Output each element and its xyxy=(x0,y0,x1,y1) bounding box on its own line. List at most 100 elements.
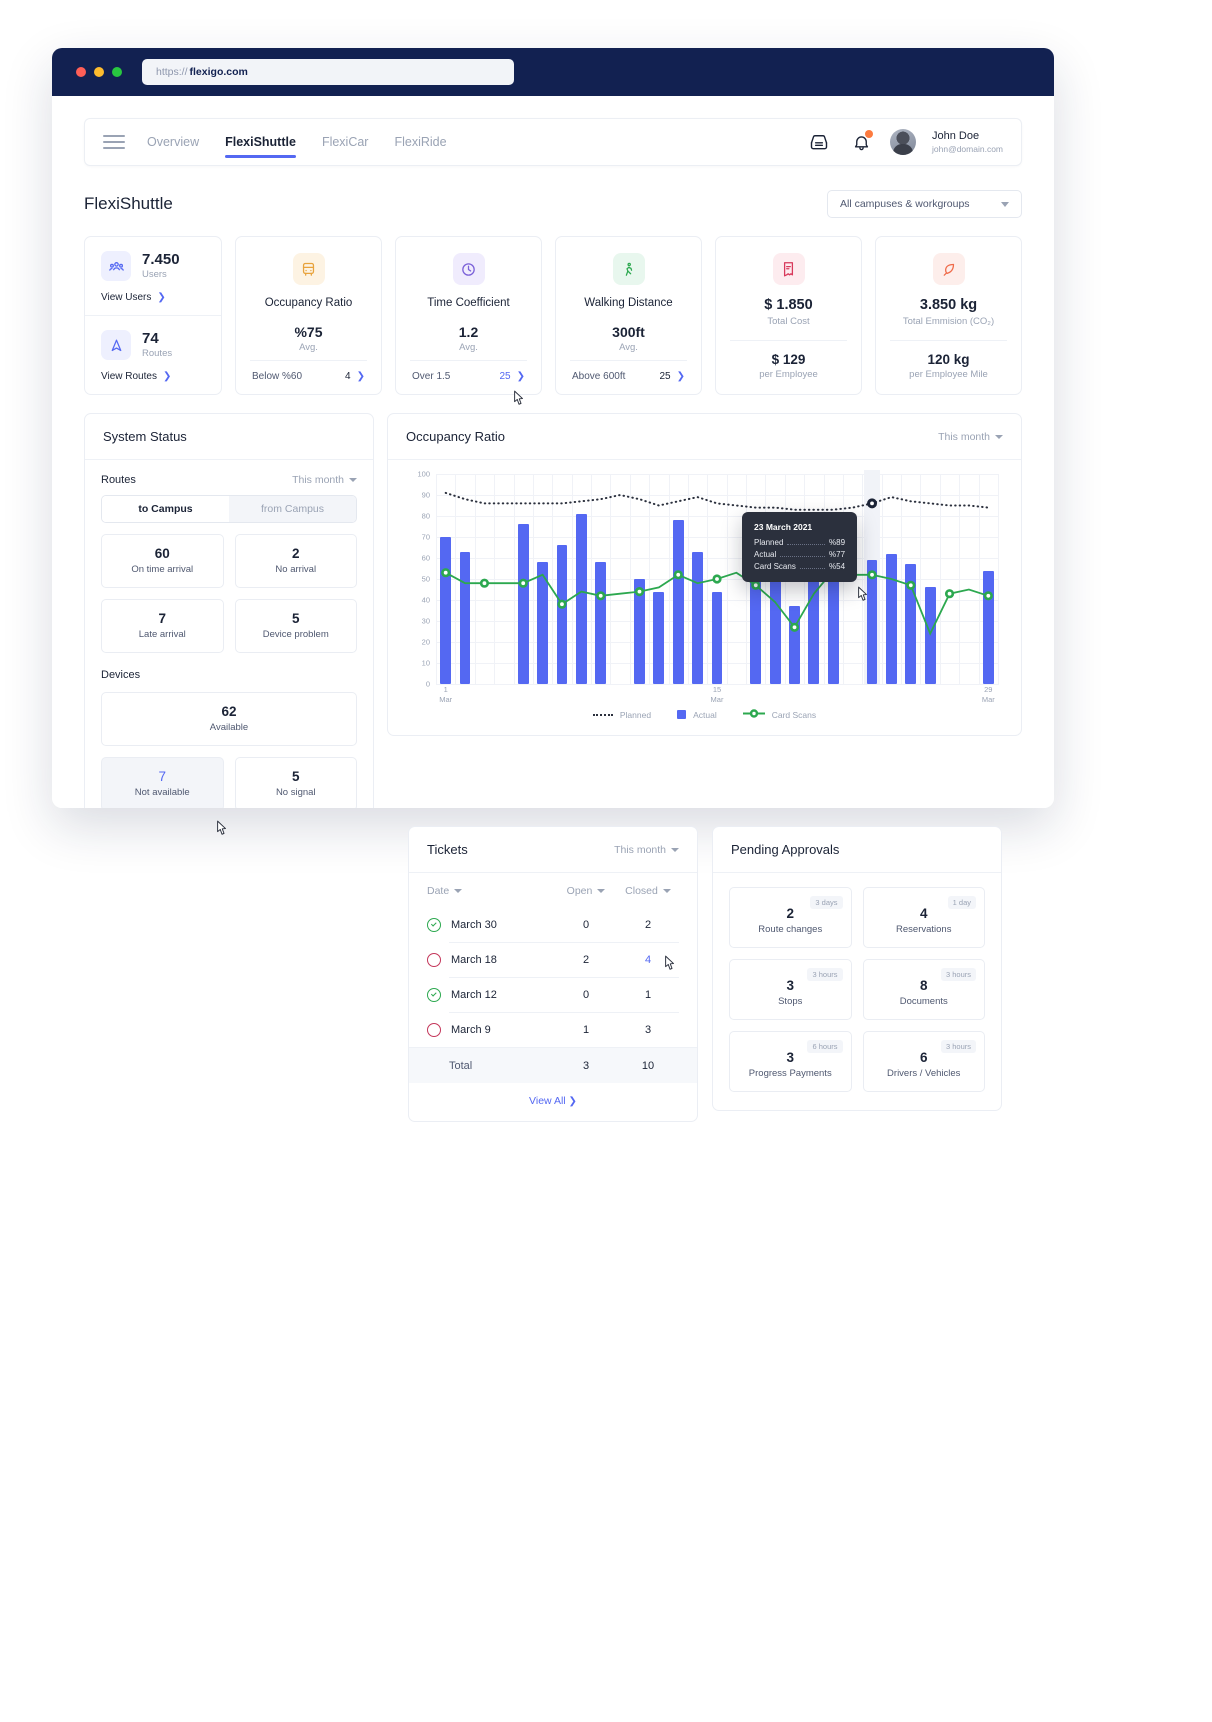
occupancy-period-selector[interactable]: This month xyxy=(938,431,1003,443)
tooltip-value: %89 xyxy=(829,538,846,547)
ticket-date: March 30 xyxy=(451,918,497,931)
tile-value: 62 xyxy=(221,704,237,719)
view-users-link[interactable]: View Users ❯ xyxy=(101,292,205,303)
tooltip-row-planned: Planned %89 xyxy=(754,538,845,547)
chart-marker-core xyxy=(637,589,642,594)
tile-label: On time arrival xyxy=(131,564,194,575)
maximize-window-button[interactable] xyxy=(112,67,122,77)
tile-devices-available[interactable]: 62 Available xyxy=(101,692,357,746)
view-all-link[interactable]: View All ❯ xyxy=(409,1083,697,1121)
nav-tab-overview[interactable]: Overview xyxy=(147,119,199,165)
kpi-walking-body: Walking Distance 300ft Avg. Above 600ft … xyxy=(556,237,701,394)
nav-tab-flexiride[interactable]: FlexiRide xyxy=(394,119,446,165)
bell-icon[interactable] xyxy=(848,129,874,155)
notification-badge xyxy=(865,130,873,138)
tile-late-arrival[interactable]: 7 Late arrival xyxy=(101,599,224,653)
address-bar[interactable]: https://flexigo.com xyxy=(142,59,514,85)
segment-from-campus[interactable]: from Campus xyxy=(229,496,356,522)
nav-tab-flexishuttle[interactable]: FlexiShuttle xyxy=(225,119,296,165)
tickets-period-selector[interactable]: This month xyxy=(614,844,679,856)
column-header-open[interactable]: Open xyxy=(555,885,617,897)
chart-plot-area[interactable] xyxy=(436,470,999,685)
chart-marker-core xyxy=(908,583,913,588)
occupancy-header: Occupancy Ratio This month xyxy=(388,414,1021,460)
devices-label: Devices xyxy=(101,669,141,681)
close-window-button[interactable] xyxy=(76,67,86,77)
kpi-row: 7.450 Users View Users ❯ 74 Routes View … xyxy=(52,218,1054,395)
view-routes-link[interactable]: View Routes ❯ xyxy=(101,371,205,382)
table-row[interactable]: March 12 0 1 xyxy=(409,977,697,1012)
kpi-users-row: 7.450 Users xyxy=(101,251,205,281)
view-users-label: View Users xyxy=(101,292,152,303)
inbox-icon[interactable] xyxy=(806,129,832,155)
window-controls[interactable] xyxy=(76,67,122,77)
chart-marker-core xyxy=(753,583,758,588)
approval-tile-drivers-vehicles[interactable]: 3 hours 6 Drivers / Vehicles xyxy=(862,1031,985,1092)
approval-tile-progress-payments[interactable]: 6 hours 3 Progress Payments xyxy=(729,1031,852,1092)
campus-selector[interactable]: All campuses & workgroups xyxy=(827,190,1022,218)
chart-marker-core xyxy=(482,581,487,586)
approval-tile-documents[interactable]: 3 hours 8 Documents xyxy=(862,959,985,1020)
tile-devices-no-signal[interactable]: 5 No signal xyxy=(234,757,357,808)
chevron-down-icon xyxy=(597,889,606,893)
column-header-closed[interactable]: Closed xyxy=(617,885,679,897)
column-header-date[interactable]: Date xyxy=(427,885,555,897)
tile-value: 7 xyxy=(158,611,166,626)
kpi-time-foot-value: 25 xyxy=(499,371,511,382)
legend-label: Planned xyxy=(619,709,652,720)
occupancy-chart[interactable]: 23 March 2021 Planned %89 Actual %77 Car… xyxy=(404,470,1005,704)
url-host: flexigo.com xyxy=(189,66,248,78)
kpi-occupancy-footer[interactable]: Below %60 4 ❯ xyxy=(250,360,367,394)
chart-marker-core xyxy=(792,625,797,630)
screenshot-root: https://flexigo.com Overview FlexiShuttl… xyxy=(0,0,1212,1722)
chart-lines xyxy=(441,491,993,636)
avatar[interactable] xyxy=(890,129,916,155)
minimize-window-button[interactable] xyxy=(94,67,104,77)
approvals-grid: 3 days 2 Route changes 1 day 4 Reservati… xyxy=(713,873,1001,1110)
tooltip-value: %54 xyxy=(829,562,846,571)
routes-period-selector[interactable]: This month xyxy=(292,474,357,486)
table-row[interactable]: March 9 1 3 xyxy=(409,1012,697,1047)
approval-tile-stops[interactable]: 3 hours 3 Stops xyxy=(729,959,852,1020)
nav-tab-flexicar[interactable]: FlexiCar xyxy=(322,119,369,165)
kpi-time-footer[interactable]: Over 1.5 25 ❯ xyxy=(410,360,527,394)
kpi-routes-row: 74 Routes xyxy=(101,330,205,360)
segment-to-campus[interactable]: to Campus xyxy=(102,496,229,522)
total-closed: 10 xyxy=(641,1059,655,1072)
view-routes-label: View Routes xyxy=(101,371,157,382)
ticket-date: March 12 xyxy=(451,988,497,1001)
kpi-routes-value: 74 xyxy=(142,330,159,348)
legend-item-planned[interactable]: Planned xyxy=(592,708,652,721)
kpi-walking-footer[interactable]: Above 600ft 25 ❯ xyxy=(570,360,687,394)
approval-label: Stops xyxy=(778,996,803,1007)
chevron-right-icon: ❯ xyxy=(157,292,166,303)
chart-x-tick: 1 Mar xyxy=(439,685,453,704)
user-info[interactable]: John Doe john@domain.com xyxy=(932,130,1003,154)
browser-titlebar: https://flexigo.com xyxy=(52,48,1054,96)
legend-item-card-scans[interactable]: Card Scans xyxy=(742,708,816,721)
routes-direction-toggle[interactable]: to Campus from Campus xyxy=(101,495,357,523)
kpi-occupancy-value: %75 xyxy=(294,324,323,340)
status-open-icon xyxy=(427,952,441,967)
chevron-down-icon xyxy=(1001,201,1009,207)
legend-item-actual[interactable]: Actual xyxy=(677,708,717,721)
kpi-cost-body: $ 1.850 Total Cost $ 129 per Employee xyxy=(716,237,861,394)
ticket-closed[interactable]: 4 xyxy=(617,954,679,966)
tile-no-arrival[interactable]: 2 No arrival xyxy=(234,534,357,588)
menu-icon[interactable] xyxy=(103,135,125,149)
tile-label: No arrival xyxy=(275,564,317,575)
table-row[interactable]: March 18 2 4 xyxy=(409,942,697,977)
approval-tile-route-changes[interactable]: 3 days 2 Route changes xyxy=(729,887,852,948)
approval-age-badge: 3 hours xyxy=(940,968,976,981)
tile-devices-not-available[interactable]: 7 Not available xyxy=(101,757,224,808)
tile-device-problem[interactable]: 5 Device problem xyxy=(234,599,357,653)
tile-value: 5 xyxy=(291,769,300,784)
system-status-body: Routes This month to Campus from Campus xyxy=(85,460,373,808)
table-row[interactable]: March 30 0 2 xyxy=(409,907,697,942)
approval-tile-reservations[interactable]: 1 day 4 Reservations xyxy=(862,887,985,948)
chart-marker-core xyxy=(986,593,991,598)
line-dot-icon xyxy=(742,708,765,721)
tile-on-time-arrival[interactable]: 60 On time arrival xyxy=(101,534,224,588)
approval-label: Route changes xyxy=(758,924,823,935)
chart-legend: Planned Actual Card Scans xyxy=(404,702,1005,723)
